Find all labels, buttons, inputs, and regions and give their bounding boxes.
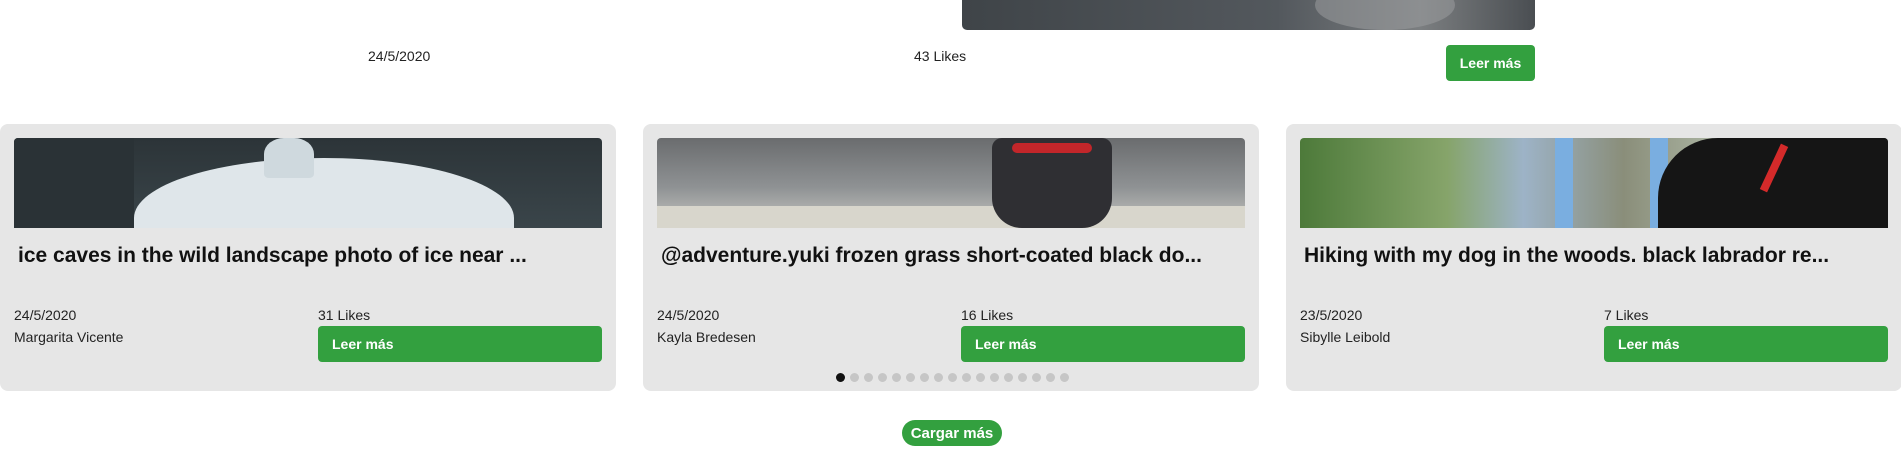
post-title: @adventure.yuki frozen grass short-coate… <box>661 244 1202 267</box>
read-more-button[interactable]: Leer más <box>961 326 1245 362</box>
pagination-dot[interactable] <box>836 373 845 382</box>
post-date: 24/5/2020 <box>14 307 77 323</box>
post-likes: 7 Likes <box>1604 307 1649 323</box>
pagination-dot[interactable] <box>1004 373 1013 382</box>
pagination-dot[interactable] <box>1018 373 1027 382</box>
pagination-dot[interactable] <box>962 373 971 382</box>
pagination-dot[interactable] <box>990 373 999 382</box>
pagination-dot[interactable] <box>906 373 915 382</box>
post-image <box>14 138 602 228</box>
post-image <box>657 138 1245 228</box>
post-author: Kayla Bredesen <box>657 329 756 345</box>
post-card: ice caves in the wild landscape photo of… <box>0 124 616 391</box>
post-card: @adventure.yuki frozen grass short-coate… <box>643 124 1259 391</box>
load-more-button[interactable]: Cargar más <box>902 420 1002 446</box>
read-more-button[interactable]: Leer más <box>1604 326 1888 362</box>
post-likes: 16 Likes <box>961 307 1014 323</box>
post-card: Hiking with my dog in the woods. black l… <box>1286 124 1901 391</box>
pagination-dot[interactable] <box>850 373 859 382</box>
pagination-dot[interactable] <box>1032 373 1041 382</box>
pagination-dot[interactable] <box>1046 373 1055 382</box>
post-date: 23/5/2020 <box>1300 307 1363 323</box>
read-more-button[interactable]: Leer más <box>1446 45 1535 81</box>
post-title: Hiking with my dog in the woods. black l… <box>1304 244 1830 267</box>
pagination-dot[interactable] <box>1060 373 1069 382</box>
post-likes: 31 Likes <box>318 307 371 323</box>
post-date: 24/5/2020 <box>657 307 720 323</box>
read-more-button[interactable]: Leer más <box>318 326 602 362</box>
carousel-pagination <box>836 373 1069 382</box>
post-likes: 43 Likes <box>914 48 967 64</box>
pagination-dot[interactable] <box>934 373 943 382</box>
post-author: Margarita Vicente <box>14 329 124 345</box>
pagination-dot[interactable] <box>892 373 901 382</box>
pagination-dot[interactable] <box>864 373 873 382</box>
pagination-dot[interactable] <box>920 373 929 382</box>
post-image <box>1300 138 1888 228</box>
post-author: Sibylle Leibold <box>1300 329 1391 345</box>
post-date: 24/5/2020 <box>368 48 431 64</box>
pagination-dot[interactable] <box>976 373 985 382</box>
post-title: ice caves in the wild landscape photo of… <box>18 244 527 267</box>
post-image <box>962 0 1535 30</box>
pagination-dot[interactable] <box>948 373 957 382</box>
pagination-dot[interactable] <box>878 373 887 382</box>
